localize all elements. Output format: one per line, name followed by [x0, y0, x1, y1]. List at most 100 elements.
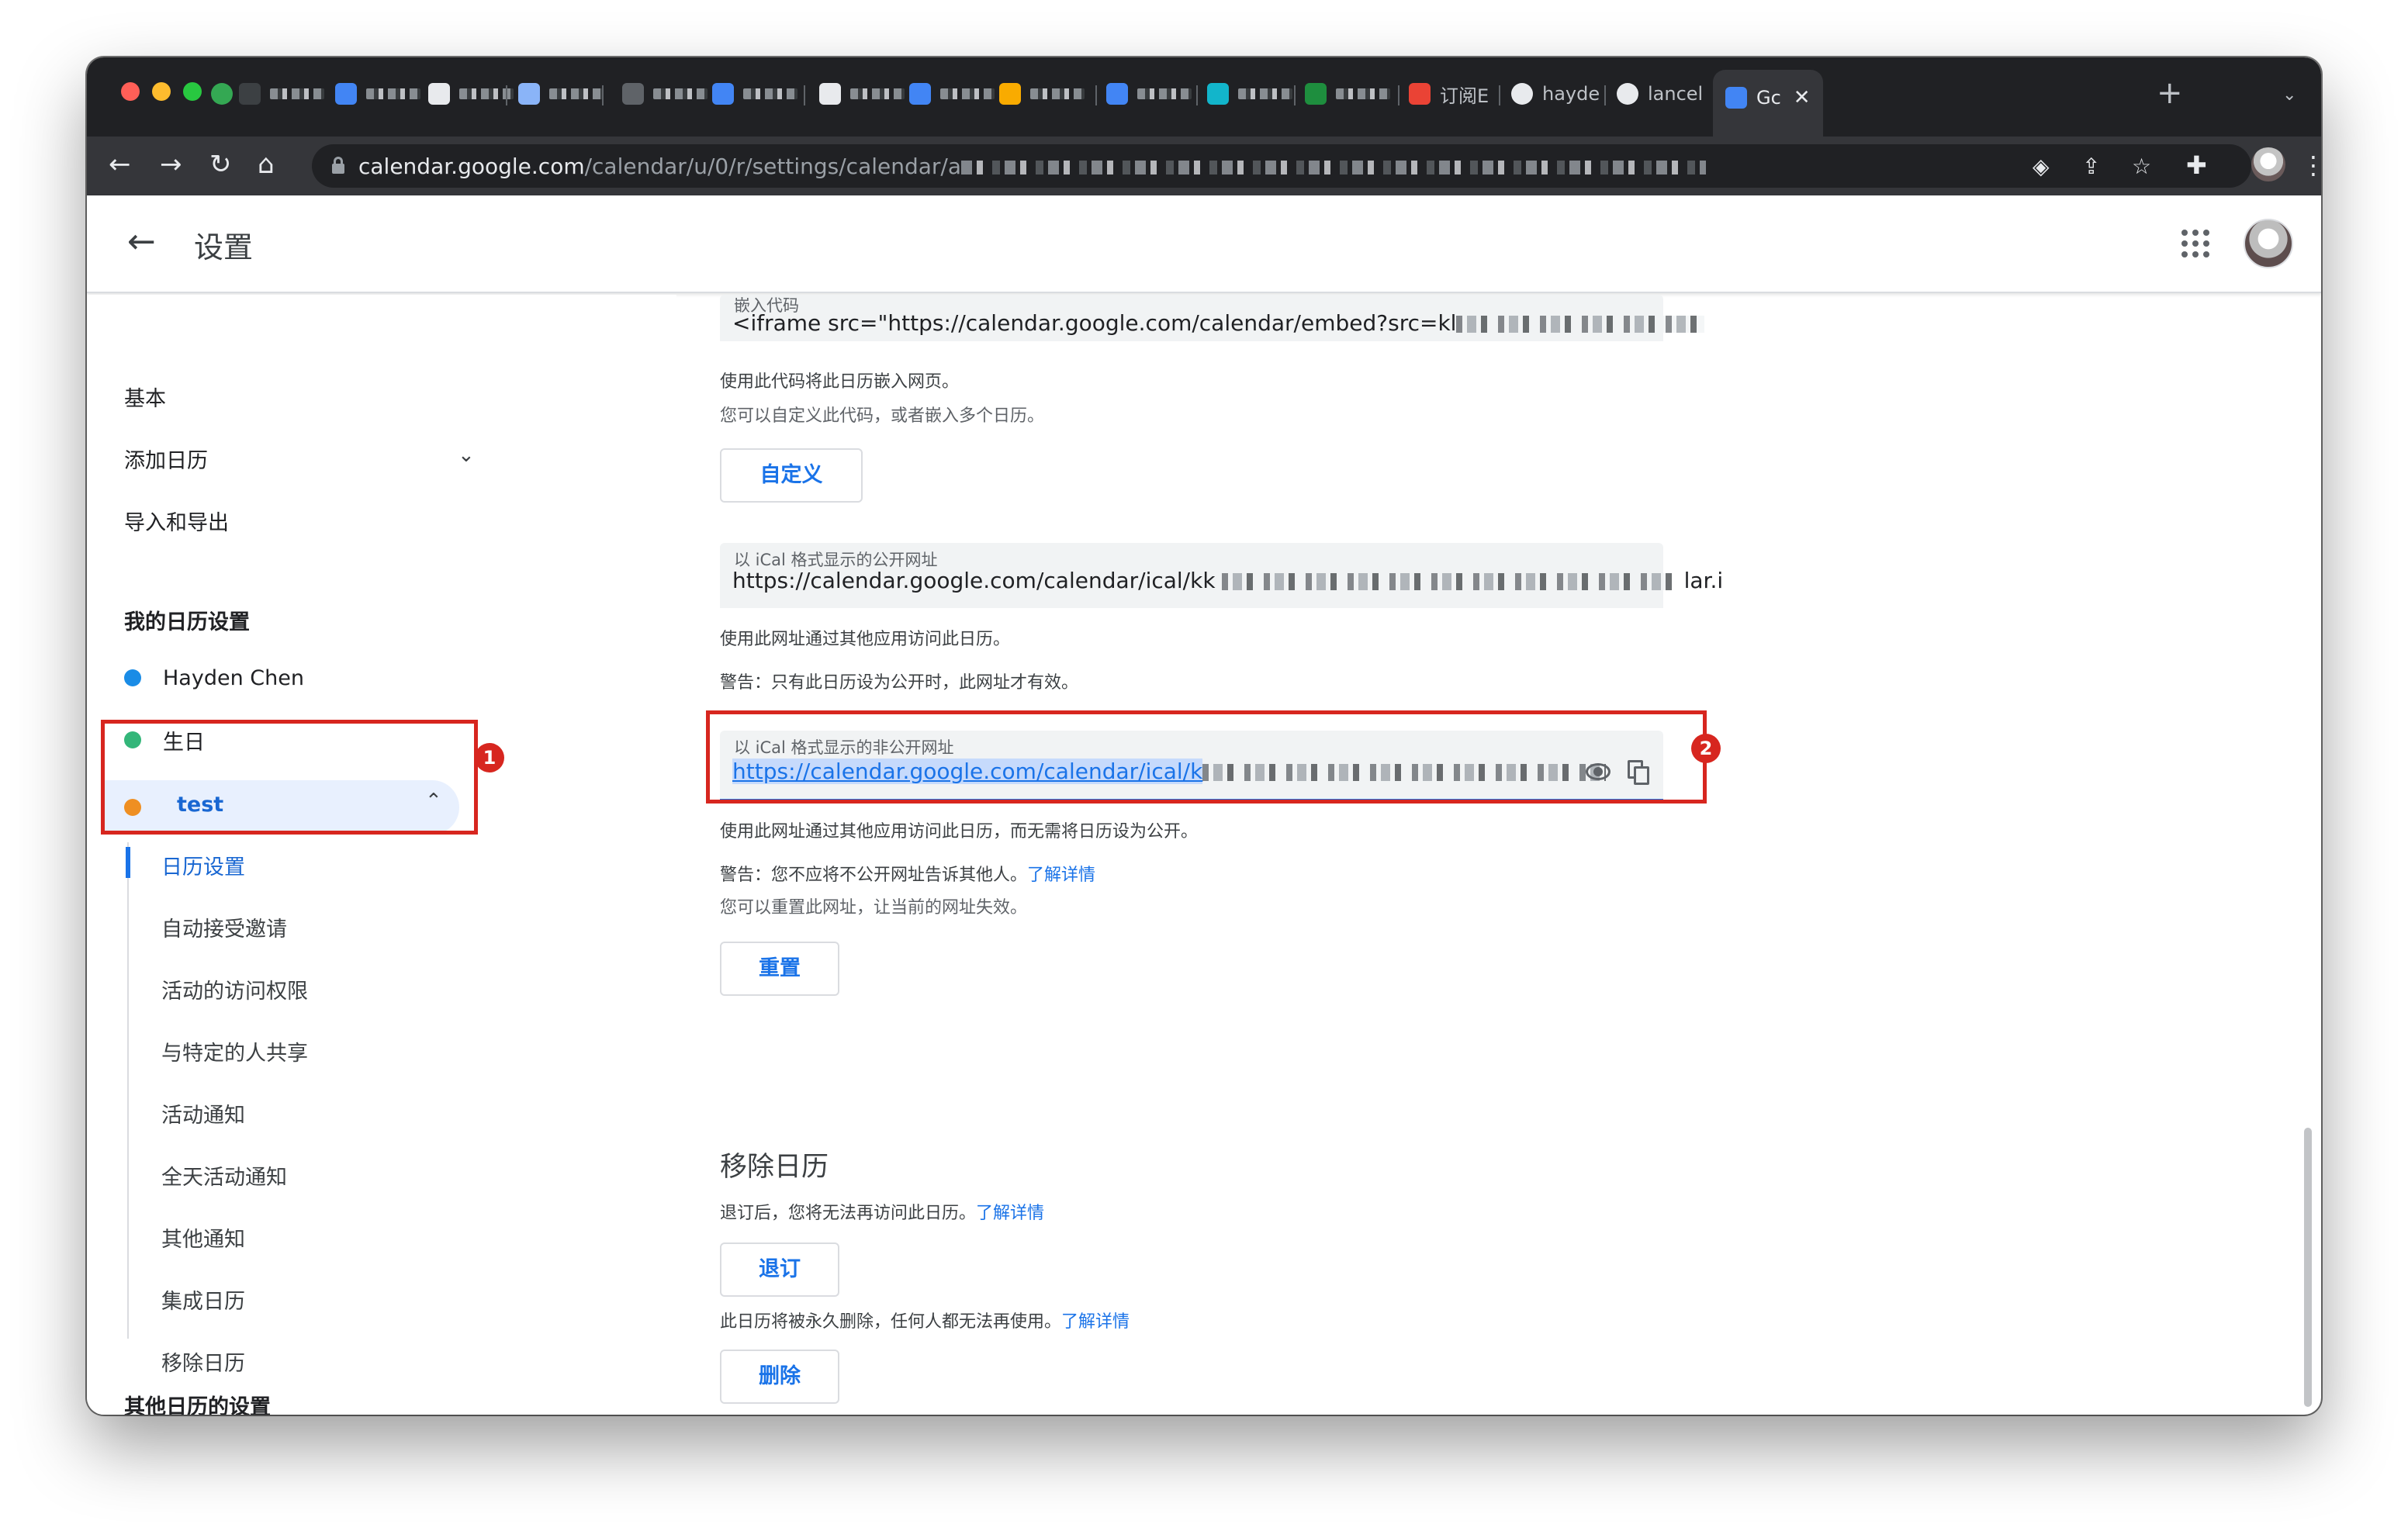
- tab-subscribe[interactable]: 订阅E: [1409, 70, 1489, 118]
- tab-close-icon[interactable]: ✕: [1794, 86, 1811, 109]
- embed-description: 使用此代码将此日历嵌入网页。: [720, 372, 960, 392]
- learn-more-link[interactable]: 了解详情: [1027, 866, 1095, 885]
- annotation-badge-2: 2: [1691, 734, 1721, 763]
- url-host: calendar.google.com: [358, 154, 585, 179]
- public-ical-description: 使用此网址通过其他应用访问此日历。: [720, 630, 1011, 649]
- tab-item[interactable]: [335, 70, 420, 118]
- unsubscribe-button[interactable]: 退订: [720, 1242, 839, 1297]
- tab-item[interactable]: [999, 70, 1085, 118]
- tab-item[interactable]: [211, 70, 242, 118]
- secret-ical-warning: 警告：您不应将不公开网址告诉其他人。了解详情: [720, 861, 1095, 886]
- share-icon[interactable]: ⇪: [2082, 154, 2100, 179]
- github-icon: [1511, 83, 1533, 105]
- tab-item[interactable]: [819, 70, 905, 118]
- annotation-box-2: [706, 710, 1707, 804]
- settings-main: 嵌入代码 <iframe src="https://calendar.googl…: [87, 295, 2321, 1415]
- settings-header: ← 设置: [87, 195, 2321, 293]
- public-ical-field[interactable]: 以 iCal 格式显示的公开网址 https://calendar.google…: [720, 543, 1723, 608]
- tab-favicon: [239, 83, 261, 105]
- delete-description: 此日历将被永久删除，任何人都无法再使用。了解详情: [720, 1308, 1130, 1332]
- url-path: /calendar/u/0/r/settings/calendar/a: [584, 154, 962, 179]
- field-value: <iframe src="https://calendar.google.com…: [732, 310, 1705, 336]
- browser-toolbar: ← → ↻ ⌂ calendar.google.com/calendar/u/0…: [87, 137, 2321, 195]
- public-ical-warning: 警告：只有此日历设为公开时，此网址才有效。: [720, 673, 1079, 693]
- tab-label: lancel: [1648, 83, 1704, 105]
- lock-icon: [332, 157, 344, 174]
- install-app-icon[interactable]: ◈: [2033, 154, 2050, 179]
- new-tab-button[interactable]: +: [2157, 78, 2183, 109]
- reload-icon[interactable]: ↻: [209, 149, 232, 180]
- browser-menu-icon[interactable]: ⋮: [2301, 150, 2321, 180]
- tab-item[interactable]: [622, 70, 708, 118]
- home-icon[interactable]: ⌂: [258, 149, 275, 180]
- tab-favicon: [518, 83, 540, 105]
- redacted-text: [1221, 573, 1672, 590]
- forward-icon[interactable]: →: [160, 149, 182, 180]
- tab-item[interactable]: [518, 70, 604, 118]
- tab-favicon: [211, 83, 233, 105]
- minimize-window-button[interactable]: [152, 82, 171, 101]
- public-ical-url: https://calendar.google.com/calendar/ica…: [732, 568, 1216, 593]
- tab-item[interactable]: [239, 70, 324, 118]
- warning-text: 警告：您不应将不公开网址告诉其他人。: [720, 866, 1028, 885]
- tab-google-calendar[interactable]: Gc ✕: [1713, 70, 1823, 137]
- tab-item[interactable]: [1207, 70, 1292, 118]
- tab-item[interactable]: [1106, 70, 1192, 118]
- public-ical-url-tail: lar.i: [1683, 568, 1724, 593]
- unsubscribe-text: 退订后，您将无法再访问此日历。: [720, 1204, 977, 1223]
- tab-search-chevron-icon[interactable]: ⌄: [2282, 85, 2296, 105]
- browser-window: 订阅E hayde lancel Gc ✕ + ⌄ ← → ↻ ⌂ calenda…: [87, 57, 2321, 1415]
- scrollbar[interactable]: [2304, 1128, 2312, 1407]
- embed-code-field[interactable]: 嵌入代码 <iframe src="https://calendar.googl…: [720, 295, 1705, 341]
- learn-more-link[interactable]: 了解详情: [976, 1204, 1044, 1223]
- remove-calendar-title: 移除日历: [720, 1152, 829, 1183]
- profile-avatar[interactable]: [2251, 147, 2285, 181]
- github-icon: [1617, 83, 1638, 105]
- customize-button[interactable]: 自定义: [720, 448, 863, 503]
- tab-item[interactable]: [909, 70, 995, 118]
- tab-item[interactable]: [712, 70, 797, 118]
- reset-button[interactable]: 重置: [720, 942, 839, 996]
- redacted-text: [1456, 316, 1705, 333]
- address-bar[interactable]: calendar.google.com/calendar/u/0/r/setti…: [312, 144, 2251, 188]
- tab-github-hayde[interactable]: hayde: [1511, 70, 1600, 118]
- tab-favicon: [819, 83, 841, 105]
- tab-favicon: [1106, 83, 1128, 105]
- delete-text: 此日历将被永久删除，任何人都无法再使用。: [720, 1312, 1062, 1332]
- extensions-puzzle-icon[interactable]: ✚: [2186, 150, 2207, 180]
- embed-code-text: <iframe src="https://calendar.google.com…: [732, 310, 1457, 336]
- secret-ical-description: 使用此网址通过其他应用访问此日历，而无需将日历设为公开。: [720, 822, 1199, 842]
- tab-bar: 订阅E hayde lancel Gc ✕ + ⌄: [87, 57, 2321, 137]
- tab-favicon: [428, 83, 450, 105]
- tab-favicon: [1409, 83, 1431, 105]
- unsubscribe-description: 退订后，您将无法再访问此日历。了解详情: [720, 1199, 1044, 1224]
- tab-item[interactable]: [428, 70, 514, 118]
- learn-more-link[interactable]: 了解详情: [1061, 1312, 1130, 1332]
- tab-favicon: [335, 83, 357, 105]
- close-window-button[interactable]: [121, 82, 140, 101]
- tab-favicon: [622, 83, 644, 105]
- zoom-window-button[interactable]: [183, 82, 202, 101]
- tab-github-lancel[interactable]: lancel: [1617, 70, 1703, 118]
- delete-button[interactable]: 删除: [720, 1350, 839, 1404]
- secret-reset-description: 您可以重置此网址，让当前的网址失效。: [720, 898, 1028, 918]
- tab-favicon: [999, 83, 1021, 105]
- google-calendar-icon: [1725, 87, 1747, 109]
- tab-favicon: [712, 83, 734, 105]
- tab-favicon: [909, 83, 931, 105]
- back-arrow-icon[interactable]: ←: [127, 223, 156, 261]
- google-apps-icon[interactable]: [2181, 230, 2209, 257]
- tab-label: 订阅E: [1440, 85, 1489, 107]
- url-redacted: [961, 161, 1707, 175]
- account-avatar[interactable]: [2244, 219, 2293, 268]
- tab-label: hayde: [1542, 83, 1600, 105]
- embed-subtext: 您可以自定义此代码，或者嵌入多个日历。: [720, 406, 1045, 426]
- field-value: https://calendar.google.com/calendar/ica…: [732, 568, 1723, 593]
- tab-favicon: [1305, 83, 1327, 105]
- tab-item[interactable]: [1305, 70, 1390, 118]
- tab-favicon: [1207, 83, 1229, 105]
- tab-label: Gc: [1756, 87, 1781, 109]
- back-icon[interactable]: ←: [109, 149, 131, 180]
- url-text: calendar.google.com/calendar/u/0/r/setti…: [358, 154, 1707, 179]
- bookmark-star-icon[interactable]: ☆: [2132, 154, 2151, 179]
